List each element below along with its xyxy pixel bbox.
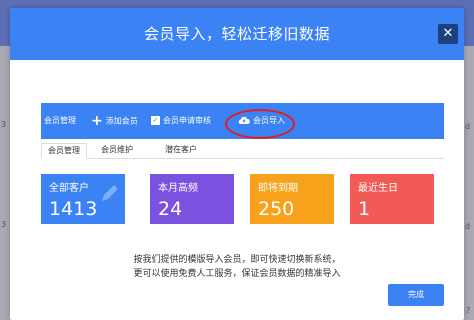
highlight-ring	[225, 109, 295, 139]
stat-card-recent-birthdays: 最近生日 1	[350, 174, 434, 224]
stat-card-monthly-frequent: 本月高频 24	[150, 174, 234, 224]
close-icon[interactable]: ✕	[438, 24, 458, 44]
preview-tab-member-maintenance: 会员维护	[101, 145, 133, 154]
import-modal: 会员导入，轻松迁移旧数据 ✕ 会员管理 + 添加会员 ✓ 会员申请审核 会员导入 会…	[10, 8, 464, 320]
stat-value: 1413	[49, 198, 98, 220]
preview-tab-member-management: 会员管理	[41, 143, 87, 159]
plus-icon: +	[91, 113, 103, 129]
toolbar-item-member-management: 会员管理	[44, 116, 76, 125]
description-line: 按我们提供的模版导入会员，即可快速切换新系统，	[133, 255, 341, 265]
toolbar-item-label: 会员申请审核	[163, 116, 211, 125]
background-text: d	[465, 222, 471, 231]
stat-value: 1	[358, 198, 371, 220]
modal-title: 会员导入，轻松迁移旧数据	[143, 25, 330, 43]
pencil-icon	[102, 185, 118, 201]
modal-header: 会员导入，轻松迁移旧数据 ✕	[10, 8, 464, 60]
toolbar-item-add-member: + 添加会员	[91, 103, 138, 139]
stat-value: 250	[258, 198, 295, 220]
background-text: 3	[1, 120, 7, 129]
background-text: 3	[1, 220, 7, 229]
toolbar-item-label: 添加会员	[105, 116, 138, 126]
stat-label: 本月高频	[158, 183, 198, 194]
stat-card-expiring-soon: 即将到期 250	[250, 174, 334, 224]
stat-value: 24	[158, 198, 183, 220]
background-text: d	[465, 122, 471, 131]
finish-button[interactable]: 完成	[388, 284, 444, 306]
stat-label: 最近生日	[358, 183, 398, 194]
toolbar-item-member-review: ✓ 会员申请审核	[151, 103, 211, 139]
preview-tabs: 会员管理 会员维护 潜在客户	[41, 139, 444, 159]
preview-tab-potential-customers: 潜在客户	[165, 145, 197, 154]
background-text: ?	[466, 306, 471, 315]
stat-card-all-customers: 全部客户 1413	[41, 174, 125, 224]
stat-label: 即将到期	[258, 183, 298, 194]
stat-label: 全部客户	[49, 183, 89, 194]
description-line: 更可以使用免费人工服务，保证会员数据的精准导入	[133, 269, 341, 279]
import-description: 按我们提供的模版导入会员，即可快速切换新系统， 更可以使用免费人工服务，保证会员…	[10, 253, 464, 281]
checkbox-icon: ✓	[151, 116, 160, 125]
